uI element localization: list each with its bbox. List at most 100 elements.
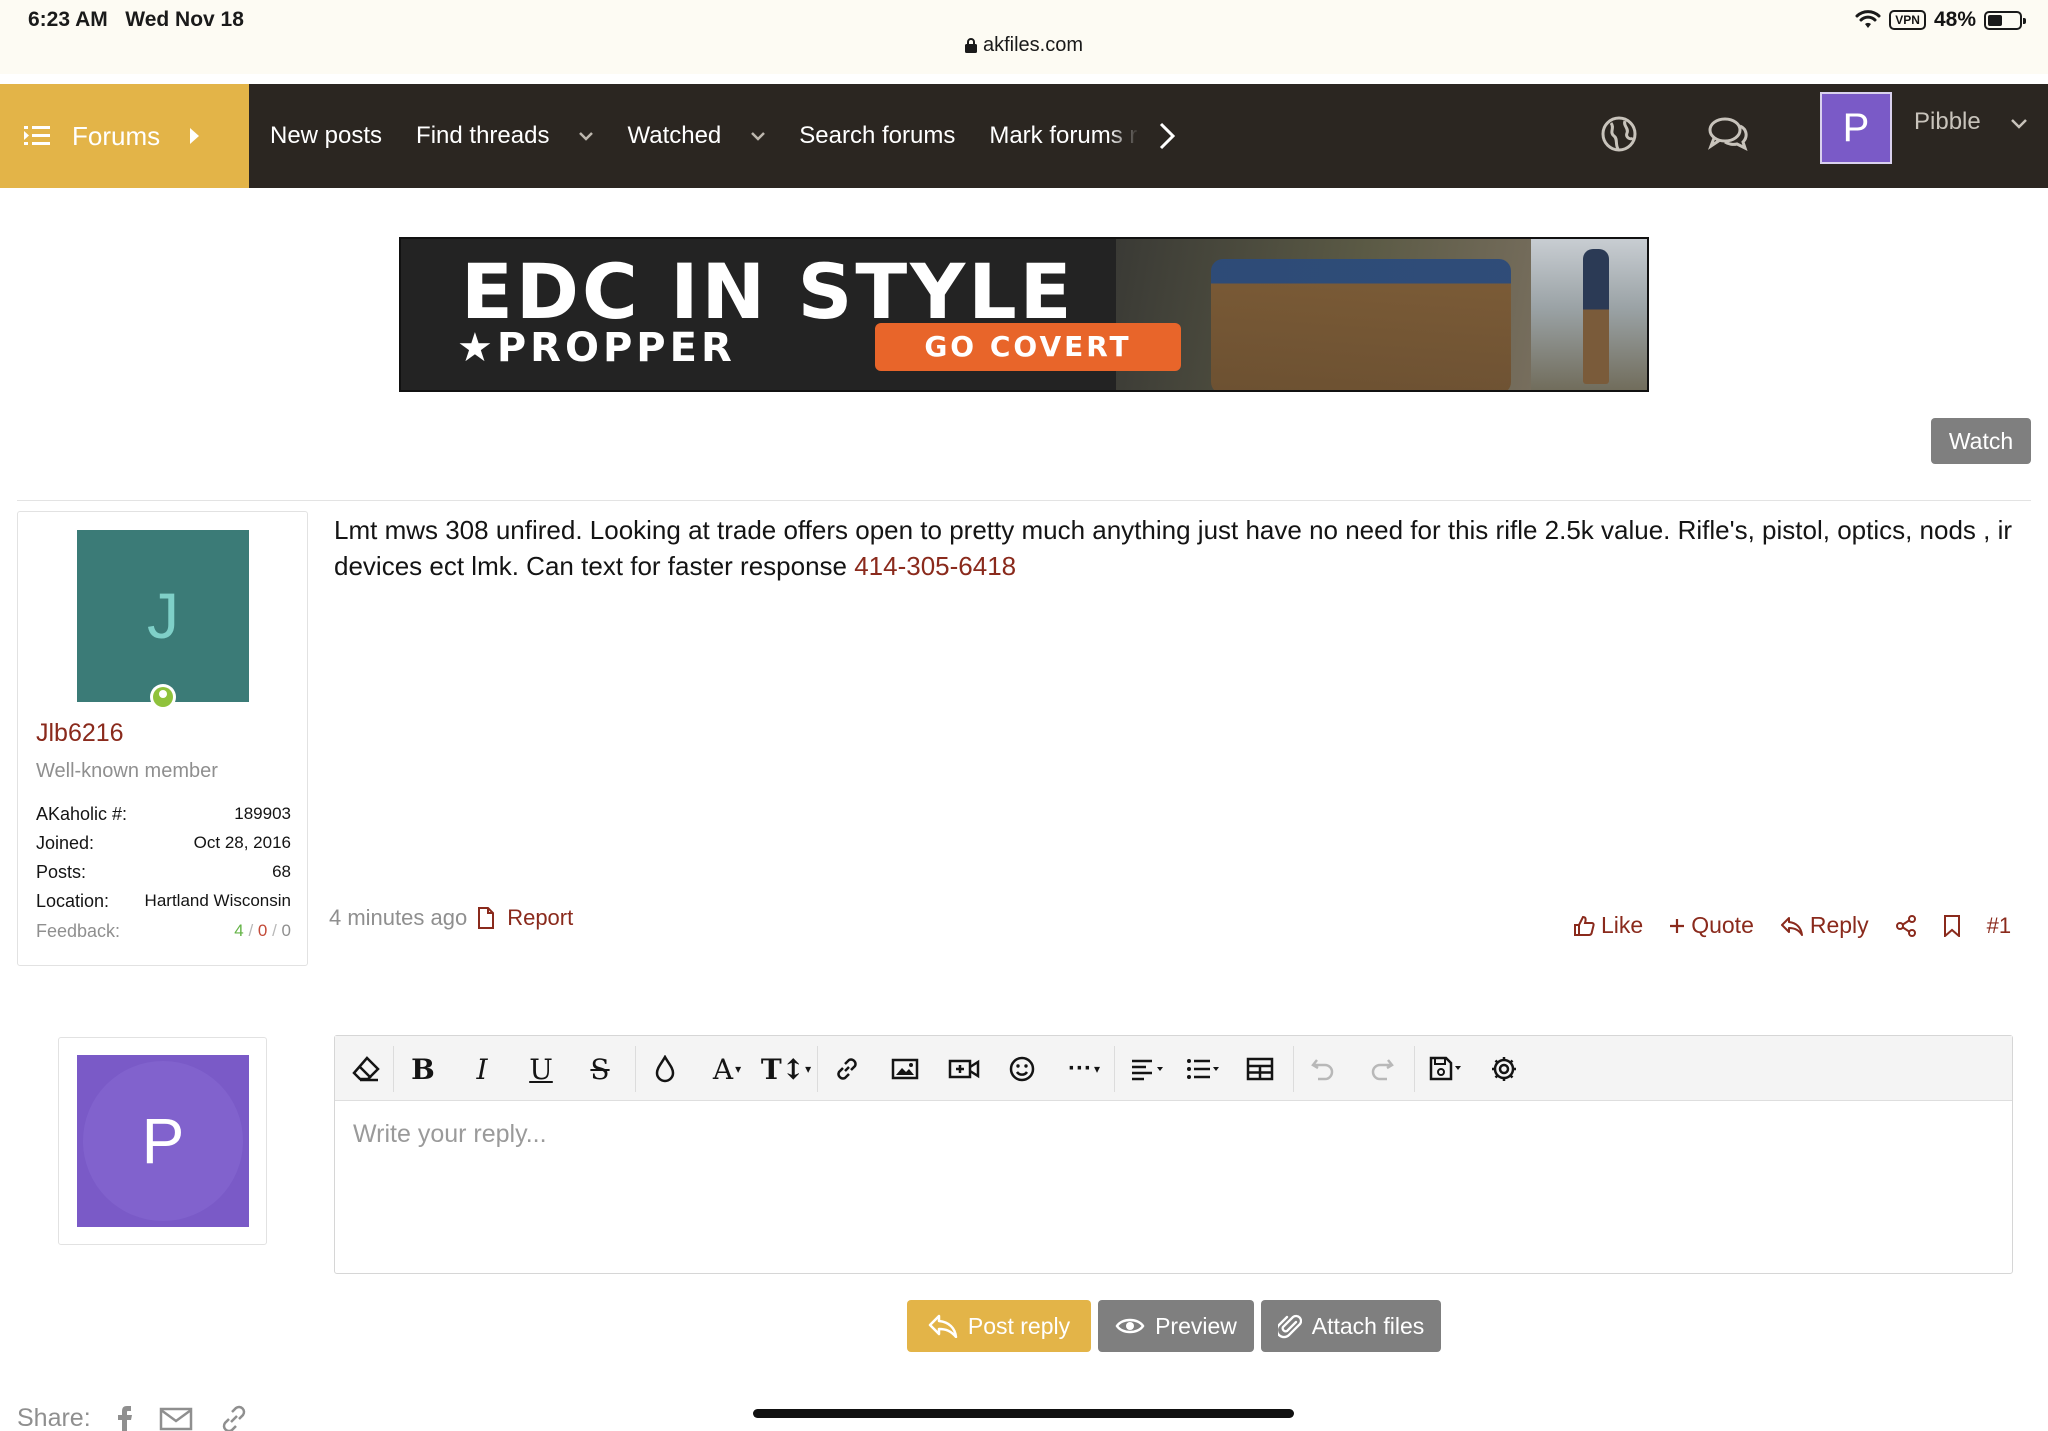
bold-icon[interactable]: B (406, 1052, 440, 1086)
bookmark-icon (1943, 914, 1960, 937)
author-feedback-row: Feedback: 4 / 0 / 0 (36, 921, 291, 942)
nav-search-forums[interactable]: Search forums (799, 122, 955, 150)
link-icon[interactable] (830, 1052, 864, 1086)
status-time: 6:23 AM Wed Nov 18 (28, 8, 244, 31)
reply-button[interactable]: Reply (1780, 912, 1869, 939)
banner-figure (1583, 249, 1609, 384)
chevron-down-icon[interactable] (2010, 118, 2028, 130)
gear-icon[interactable] (1487, 1052, 1521, 1086)
url-text: akfiles.com (982, 34, 1084, 56)
nav-forums-tab[interactable]: Forums (0, 84, 249, 188)
plus-icon (1670, 918, 1685, 933)
banner-brand-logo: ★PROPPER (457, 325, 736, 371)
link-icon[interactable] (219, 1405, 249, 1431)
eye-icon (1115, 1318, 1145, 1334)
divider (17, 500, 2031, 501)
share-button[interactable] (1895, 914, 1917, 937)
user-avatar[interactable]: P (1820, 92, 1892, 164)
nav-new-posts[interactable]: New posts (270, 122, 382, 150)
globe-icon[interactable] (1599, 114, 1639, 154)
share-bar: Share: (17, 1404, 249, 1431)
video-icon[interactable] (947, 1052, 981, 1086)
bookmark-button[interactable] (1943, 914, 1961, 937)
main-nav: Forums New posts Find threads Watched Se… (0, 84, 2048, 188)
lock-icon (964, 38, 977, 53)
toolbar-separator (1114, 1046, 1115, 1092)
author-stat-row: Joined: Oct 28, 2016 (36, 833, 291, 853)
undo-icon[interactable] (1306, 1052, 1340, 1086)
nav-forums-label: Forums (72, 120, 161, 151)
list-icon[interactable] (1180, 1052, 1228, 1086)
address-bar[interactable]: akfiles.com (0, 34, 2048, 57)
nav-items: New posts Find threads Watched Search fo… (270, 84, 1149, 188)
user-menu-name[interactable]: Pibble (1914, 108, 1981, 136)
italic-icon[interactable]: I (465, 1052, 499, 1086)
report-icon (478, 907, 495, 929)
align-icon[interactable] (1124, 1052, 1172, 1086)
font-family-icon[interactable]: A ▾ (705, 1052, 749, 1086)
status-date: Wed Nov 18 (125, 8, 244, 31)
battery-icon (1984, 10, 2026, 30)
chevron-down-icon[interactable] (579, 131, 594, 141)
reply-input[interactable]: Write your reply... (353, 1120, 547, 1149)
nav-find-threads[interactable]: Find threads (416, 122, 594, 150)
current-user-avatar[interactable]: P (77, 1055, 249, 1227)
clear-formatting-icon[interactable] (349, 1052, 383, 1086)
preview-button[interactable]: Preview (1098, 1300, 1254, 1352)
vpn-badge: VPN (1889, 10, 1926, 30)
toolbar-separator (1414, 1046, 1415, 1092)
redo-icon[interactable] (1365, 1052, 1399, 1086)
online-status-icon (150, 684, 176, 710)
post-number[interactable]: #1 (1987, 913, 2011, 939)
author-avatar[interactable]: J (77, 530, 249, 702)
post-text: Lmt mws 308 unfired. Looking at trade of… (334, 515, 2013, 581)
advertisement-banner[interactable]: EDC IN STYLE ★PROPPER GO COVERT (399, 237, 1649, 392)
post-actions: Like Quote Reply #1 (1573, 912, 2011, 939)
share-label: Share: (17, 1404, 91, 1431)
toolbar-separator (1293, 1046, 1294, 1092)
drafts-icon[interactable] (1424, 1052, 1470, 1086)
more-options-icon[interactable]: ··· ▾ (1060, 1052, 1108, 1086)
post-time[interactable]: 4 minutes ago (329, 905, 467, 931)
watch-button[interactable]: Watch (1931, 418, 2031, 464)
attach-files-button[interactable]: Attach files (1261, 1300, 1441, 1352)
table-icon[interactable] (1243, 1052, 1277, 1086)
font-size-icon[interactable]: T↕ ▾ (761, 1052, 811, 1086)
nav-forums-arrow-icon (190, 128, 200, 144)
chevron-right-icon[interactable] (1158, 121, 1176, 151)
home-indicator[interactable] (753, 1409, 1294, 1418)
underline-icon[interactable]: U (524, 1052, 558, 1086)
facebook-icon[interactable] (117, 1405, 133, 1431)
emoji-icon[interactable] (1005, 1052, 1039, 1086)
nav-mark-forums-read[interactable]: Mark forums read (989, 122, 1139, 150)
menu-icon[interactable] (24, 124, 50, 148)
current-user-card: P (58, 1037, 267, 1245)
quote-button[interactable]: Quote (1669, 912, 1754, 939)
thumbs-up-icon (1574, 915, 1595, 936)
phone-link[interactable]: 414-305-6418 (854, 551, 1016, 581)
strikethrough-icon[interactable]: S (583, 1052, 617, 1086)
chevron-down-icon[interactable] (751, 131, 766, 141)
post-reply-button[interactable]: Post reply (907, 1300, 1091, 1352)
like-button[interactable]: Like (1573, 912, 1643, 939)
share-icon (1895, 914, 1916, 937)
post-meta: 4 minutes ago Report (329, 905, 573, 931)
toolbar-separator (817, 1046, 818, 1092)
author-name[interactable]: Jlb6216 (36, 719, 124, 748)
conversations-icon[interactable] (1706, 114, 1750, 154)
banner-cta-button[interactable]: GO COVERT (875, 323, 1181, 371)
feedback-score[interactable]: 4 / 0 / 0 (234, 921, 291, 942)
author-stat-row: Location: Hartland Wisconsin (36, 891, 291, 911)
text-color-icon[interactable] (648, 1052, 682, 1086)
email-icon[interactable] (159, 1405, 193, 1431)
post-content: Lmt mws 308 unfired. Looking at trade of… (334, 512, 2024, 584)
nav-watched[interactable]: Watched (627, 122, 766, 150)
reply-icon (1780, 916, 1803, 936)
report-link[interactable]: Report (477, 905, 573, 931)
toolbar-separator (635, 1046, 636, 1092)
paperclip-icon (1277, 1314, 1302, 1339)
toolbar-separator (393, 1046, 394, 1092)
image-icon[interactable] (888, 1052, 922, 1086)
status-indicators: VPN 48% (1855, 8, 2026, 32)
reply-icon (928, 1314, 958, 1338)
